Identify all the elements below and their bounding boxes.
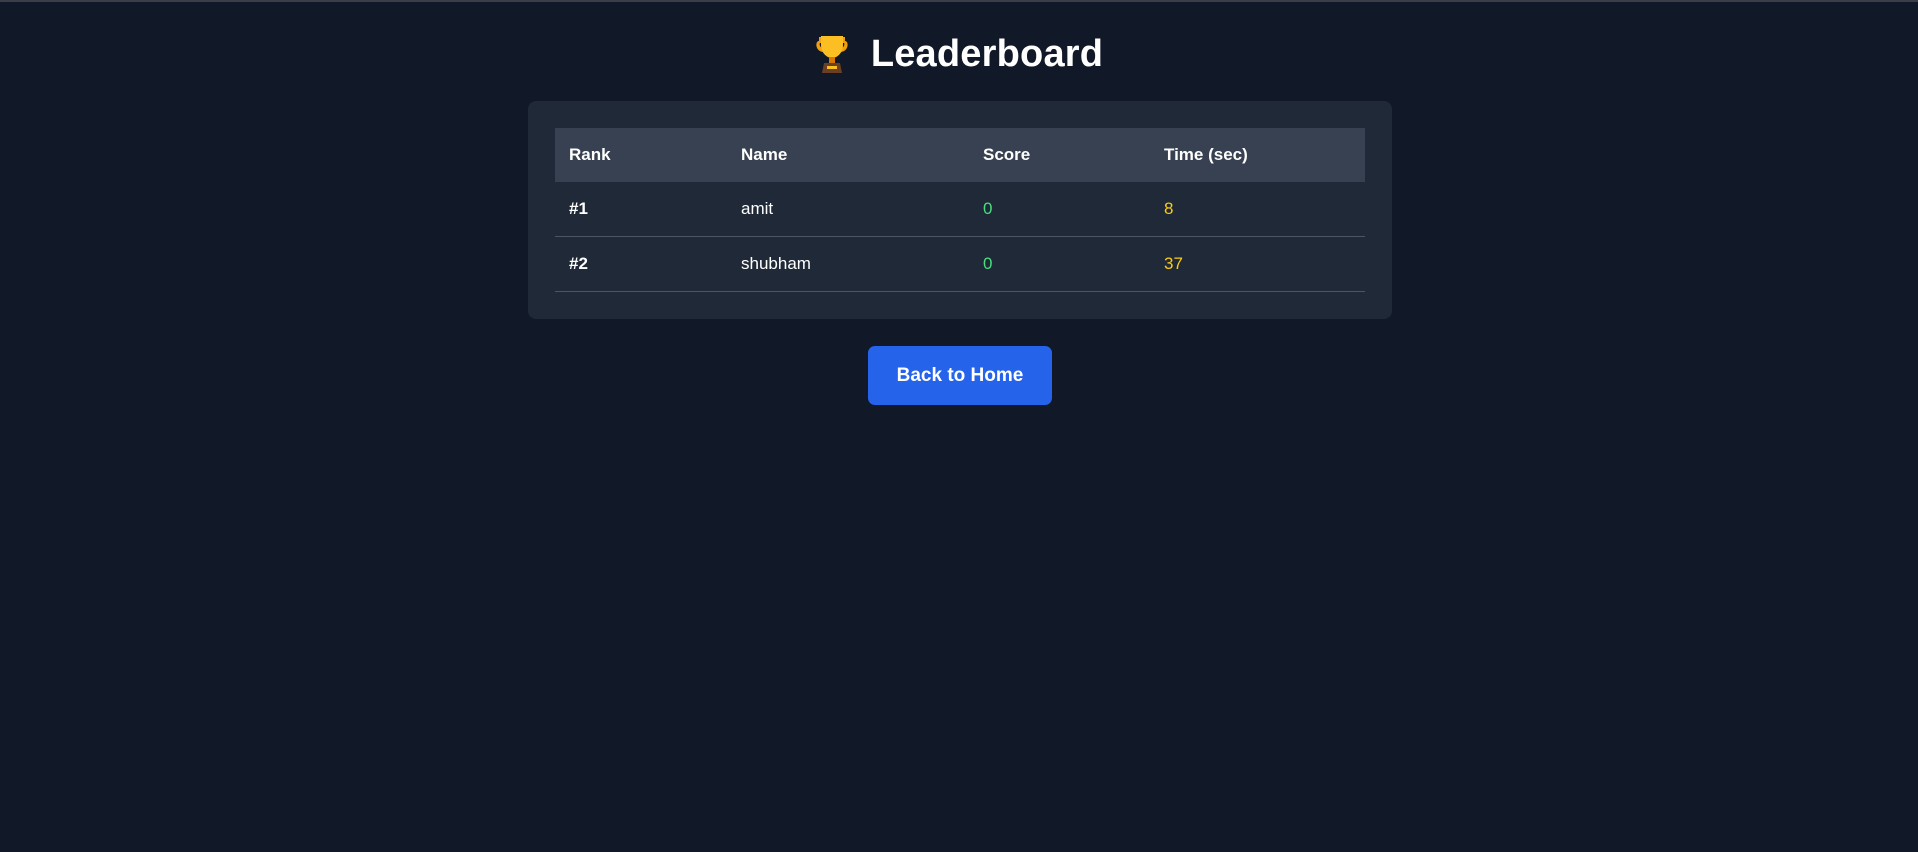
page-header: Leaderboard (0, 28, 1918, 80)
table-header: Rank Name Score Time (sec) (555, 128, 1365, 182)
column-header-name: Name (741, 145, 788, 164)
page-title: Leaderboard (870, 33, 1104, 75)
score-cell: 0 (969, 182, 1150, 237)
time-cell: 8 (1150, 182, 1365, 237)
table-row: #1 amit 0 8 (555, 182, 1365, 237)
table-body: #1 amit 0 8 #2 shubham 0 37 (555, 182, 1365, 292)
name-cell: shubham (727, 236, 969, 292)
column-header-time: Time (sec) (1164, 145, 1248, 164)
top-border (0, 0, 1918, 2)
trophy-icon (815, 33, 849, 75)
leaderboard-card: Rank Name Score Time (sec) #1 amit 0 8 #… (528, 101, 1392, 319)
score-cell: 0 (969, 236, 1150, 292)
leaderboard-page: Leaderboard Rank Name Score Time (sec) #… (0, 0, 1918, 852)
rank-cell: #1 (555, 182, 727, 237)
table-row: #2 shubham 0 37 (555, 236, 1365, 292)
column-header-score: Score (983, 145, 1031, 164)
time-cell: 37 (1150, 236, 1365, 292)
leaderboard-table: Rank Name Score Time (sec) #1 amit 0 8 #… (555, 128, 1365, 292)
header-row: Rank Name Score Time (sec) (555, 128, 1365, 182)
column-header-rank: Rank (569, 145, 611, 164)
name-cell: amit (727, 182, 969, 237)
rank-cell: #2 (555, 236, 727, 292)
back-to-home-button[interactable]: Back to Home (868, 346, 1052, 405)
